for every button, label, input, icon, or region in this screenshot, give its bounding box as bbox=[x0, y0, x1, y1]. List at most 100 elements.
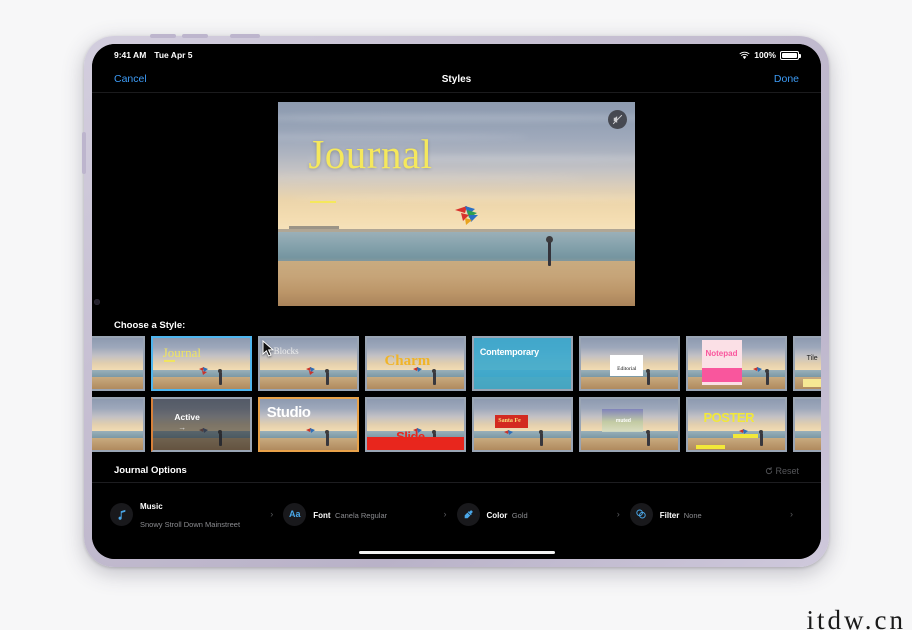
chevron-right-icon[interactable]: › bbox=[786, 509, 803, 519]
video-preview[interactable]: Journal bbox=[278, 101, 635, 306]
style-thumbnail-tile[interactable]: Tile bbox=[793, 336, 821, 391]
style-thumbnail-partial-left[interactable] bbox=[92, 336, 145, 391]
style-thumbnail-charm[interactable]: Charm bbox=[365, 336, 466, 391]
preview-title-text: Journal bbox=[308, 131, 433, 178]
style-label: Active bbox=[174, 412, 200, 423]
option-filter[interactable]: Filter None bbox=[629, 502, 786, 526]
style-thumbnail-slide[interactable]: Slide bbox=[365, 397, 466, 452]
style-row-2: Active → Studio Slide Santa Fe muted POS… bbox=[92, 397, 821, 458]
battery-icon bbox=[780, 50, 801, 60]
preview-beach bbox=[278, 260, 635, 306]
style-overlay bbox=[474, 338, 571, 389]
style-label: Charm bbox=[384, 353, 431, 370]
chevron-right-icon[interactable]: › bbox=[266, 509, 283, 519]
preview-title-underline bbox=[310, 201, 337, 204]
chevron-right-icon[interactable]: › bbox=[613, 509, 630, 519]
style-thumbnail-notepad[interactable]: Notepad bbox=[686, 336, 787, 391]
style-accent-bar bbox=[732, 433, 758, 438]
person-silhouette bbox=[539, 429, 544, 446]
ipad-screen: 9:41 AM Tue Apr 5 100% Cancel Styles Don… bbox=[92, 44, 821, 559]
style-card bbox=[701, 340, 743, 385]
cancel-button[interactable]: Cancel bbox=[114, 73, 147, 85]
preview-area: Journal bbox=[92, 92, 821, 314]
style-label: Notepad bbox=[705, 349, 738, 359]
music-note-icon bbox=[110, 502, 133, 526]
style-label: Journal bbox=[162, 345, 201, 361]
option-title: Font bbox=[313, 511, 331, 520]
speaker-mute-icon bbox=[612, 114, 623, 124]
options-row: Music Snowy Stroll Down Mainstreet › Aa … bbox=[92, 483, 821, 545]
option-font-text: Font Canela Regular bbox=[313, 505, 387, 523]
style-thumbnail-contemporary[interactable]: Contemporary bbox=[472, 336, 573, 391]
device-screen-bezel: 9:41 AM Tue Apr 5 100% Cancel Styles Don… bbox=[92, 44, 821, 559]
style-card-band bbox=[701, 367, 743, 383]
style-label: Tile bbox=[806, 355, 818, 363]
style-thumbnail-partial-left-2[interactable] bbox=[92, 397, 145, 452]
power-button[interactable] bbox=[82, 132, 86, 174]
style-thumbnail-journal[interactable]: Journal bbox=[151, 336, 252, 391]
person-silhouette bbox=[325, 368, 330, 385]
person-silhouette bbox=[765, 368, 770, 385]
screenshot-stage: 9:41 AM Tue Apr 5 100% Cancel Styles Don… bbox=[0, 0, 912, 630]
style-thumbnail-editorial[interactable]: Editorial bbox=[579, 336, 680, 391]
kite-icon bbox=[753, 366, 763, 372]
style-label-underline bbox=[163, 360, 175, 362]
reset-icon bbox=[766, 466, 773, 474]
option-filter-text: Filter None bbox=[660, 505, 702, 523]
kite-icon bbox=[305, 427, 315, 433]
style-label: Santa Fe bbox=[498, 417, 521, 424]
wifi-icon bbox=[739, 51, 750, 59]
style-thumbnail-blocks[interactable]: Blocks bbox=[258, 336, 359, 391]
done-button[interactable]: Done bbox=[774, 73, 799, 85]
front-camera-icon bbox=[94, 298, 100, 305]
page-title: Styles bbox=[441, 73, 472, 85]
home-indicator[interactable] bbox=[358, 550, 555, 554]
person-silhouette bbox=[325, 429, 330, 446]
option-music[interactable]: Music Snowy Stroll Down Mainstreet bbox=[110, 496, 266, 532]
option-value: Snowy Stroll Down Mainstreet bbox=[140, 520, 241, 529]
option-value: None bbox=[683, 511, 702, 520]
person-silhouette bbox=[646, 429, 651, 446]
style-label: Contemporary bbox=[479, 347, 539, 358]
battery-fill bbox=[782, 52, 797, 58]
option-color-text: Color Gold bbox=[487, 505, 528, 523]
option-value: Canela Regular bbox=[335, 511, 388, 520]
option-value: Gold bbox=[511, 511, 528, 520]
option-color[interactable]: Color Gold bbox=[456, 502, 613, 526]
cloud-band bbox=[278, 113, 635, 122]
style-thumbnail-studio[interactable]: Studio bbox=[258, 397, 359, 452]
volume-button-down[interactable] bbox=[182, 34, 208, 38]
mute-toggle-button[interactable] bbox=[608, 109, 627, 129]
top-button[interactable] bbox=[230, 34, 260, 38]
style-label: Studio bbox=[266, 404, 311, 422]
watermark: itdw.cn bbox=[806, 605, 906, 630]
chevron-right-icon[interactable]: › bbox=[440, 509, 457, 519]
option-font[interactable]: Aa Font Canela Regular bbox=[283, 502, 439, 526]
option-music-text: Music Snowy Stroll Down Mainstreet bbox=[140, 496, 266, 532]
style-thumbnail-santafe[interactable]: Santa Fe bbox=[472, 397, 573, 452]
style-thumbnail-active[interactable]: Active → bbox=[151, 397, 252, 452]
reset-button[interactable]: Reset bbox=[765, 466, 799, 476]
home-indicator-area bbox=[92, 545, 821, 559]
style-thumbnail-scroller[interactable]: Journal Blocks Charm Contemporary Editor… bbox=[92, 336, 821, 458]
status-time: 9:41 AM bbox=[114, 50, 147, 60]
status-bar: 9:41 AM Tue Apr 5 100% bbox=[92, 44, 821, 66]
style-row-1: Journal Blocks Charm Contemporary Editor… bbox=[92, 336, 821, 397]
volume-button-up[interactable] bbox=[150, 34, 176, 38]
style-overlay bbox=[153, 399, 250, 450]
preview-sea bbox=[278, 232, 635, 261]
style-thumbnail-muted[interactable]: muted bbox=[579, 397, 680, 452]
style-label: Slide bbox=[396, 428, 425, 444]
style-label: Blocks bbox=[273, 346, 299, 357]
eyedropper-glyph bbox=[464, 509, 473, 518]
thumb-sand bbox=[153, 376, 250, 389]
filter-glyph bbox=[636, 509, 646, 519]
battery-percent-label: 100% bbox=[754, 50, 776, 60]
choose-style-label: Choose a Style: bbox=[114, 320, 186, 331]
status-bar-left: 9:41 AM Tue Apr 5 bbox=[114, 50, 193, 60]
style-thumbnail-splash[interactable]: Spl bbox=[793, 397, 821, 452]
option-title: Color bbox=[486, 511, 508, 520]
person-silhouette bbox=[545, 236, 553, 267]
style-label: muted bbox=[615, 418, 631, 425]
style-thumbnail-poster[interactable]: POSTER bbox=[686, 397, 787, 452]
